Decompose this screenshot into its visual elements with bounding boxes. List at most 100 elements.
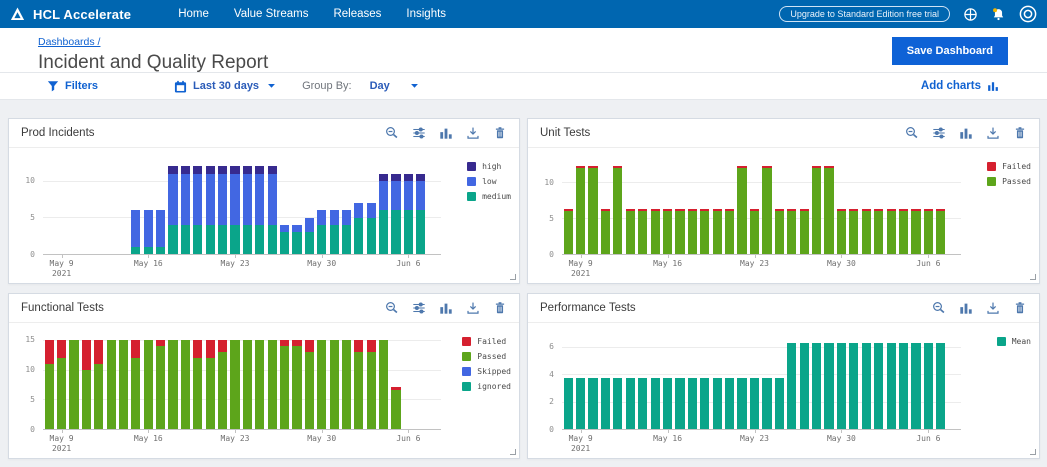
upgrade-button[interactable]: Upgrade to Standard Edition free trial <box>779 6 950 22</box>
bar-segment-mean <box>651 378 660 429</box>
group-by-value[interactable]: Day <box>370 80 390 92</box>
bar-segment-passed <box>107 340 116 429</box>
x-tick-label: May 23 <box>221 259 250 269</box>
bar-segment-passed <box>837 211 846 254</box>
chart-title: Prod Incidents <box>21 127 95 139</box>
x-tick-mark <box>581 255 582 258</box>
y-tick-label: 0 <box>530 250 554 259</box>
bar <box>713 337 722 429</box>
chart-title: Unit Tests <box>540 127 590 139</box>
save-dashboard-button[interactable]: Save Dashboard <box>892 37 1008 65</box>
bar-segment-mean <box>663 378 672 429</box>
legend-label: Failed <box>1002 162 1031 171</box>
resize-handle-icon[interactable] <box>1030 274 1036 280</box>
delete-icon[interactable] <box>1013 126 1027 140</box>
bar-segment-passed <box>638 211 647 254</box>
add-charts-button[interactable]: Add charts <box>921 80 999 92</box>
bar <box>330 337 339 429</box>
resize-handle-icon[interactable] <box>510 274 516 280</box>
bar-segment-passed <box>144 340 153 429</box>
filters-label: Filters <box>65 80 98 92</box>
chart-toolbar <box>905 126 1027 140</box>
page: HCL Accelerate Home Value Streams Releas… <box>0 0 1047 467</box>
notifications-bell-icon[interactable] <box>991 7 1006 22</box>
bar-chart-icon[interactable] <box>959 301 973 315</box>
chart-plot-area: 0246May 9 2021May 16May 23May 30Jun 6Mea… <box>528 323 1039 458</box>
bar-segment-failed <box>367 340 376 352</box>
funnel-icon <box>47 80 59 92</box>
bar-segment-passed <box>750 211 759 254</box>
bar-segment-passed <box>787 211 796 254</box>
download-icon[interactable] <box>466 126 480 140</box>
bar <box>416 162 425 254</box>
nav-links: Home Value Streams Releases Insights <box>178 8 446 20</box>
legend-swatch <box>987 162 996 171</box>
legend-swatch <box>462 382 471 391</box>
x-tick-mark <box>668 430 669 433</box>
bar-segment-passed <box>663 211 672 254</box>
user-avatar[interactable] <box>1019 5 1037 23</box>
zoom-out-icon[interactable] <box>385 301 399 315</box>
download-icon[interactable] <box>986 126 1000 140</box>
bar <box>663 162 672 254</box>
bar <box>391 337 400 429</box>
bar <box>762 162 771 254</box>
bar-segment-passed <box>243 340 252 429</box>
globe-icon[interactable] <box>963 7 978 22</box>
bar-chart-icon[interactable] <box>959 126 973 140</box>
bar-segment-mean <box>675 378 684 429</box>
breadcrumb[interactable]: Dashboards / <box>38 36 100 48</box>
bar <box>936 337 945 429</box>
bar-segment-failed <box>218 340 227 352</box>
bar <box>280 162 289 254</box>
legend-swatch <box>467 162 476 171</box>
delete-icon[interactable] <box>1013 301 1027 315</box>
download-icon[interactable] <box>466 301 480 315</box>
bar-segment-low <box>317 210 326 225</box>
bar-segment-passed <box>268 340 277 429</box>
nav-item-releases[interactable]: Releases <box>333 8 381 20</box>
date-range-dropdown[interactable]: Last 30 days <box>174 80 276 93</box>
x-tick-label: Jun 6 <box>396 434 420 444</box>
resize-handle-icon[interactable] <box>1030 449 1036 455</box>
bar-segment-high <box>193 166 202 173</box>
filter-icon[interactable] <box>412 126 426 140</box>
download-icon[interactable] <box>986 301 1000 315</box>
bar-segment-passed <box>131 358 140 429</box>
zoom-out-icon[interactable] <box>905 126 919 140</box>
nav-item-insights[interactable]: Insights <box>406 8 446 20</box>
x-axis-line <box>562 429 961 430</box>
delete-icon[interactable] <box>493 126 507 140</box>
resize-handle-icon[interactable] <box>510 449 516 455</box>
bar <box>663 337 672 429</box>
bar-segment-low <box>404 181 413 210</box>
bar-segment-passed <box>330 340 339 429</box>
bar <box>750 337 759 429</box>
bar <box>193 337 202 429</box>
bar-segment-low <box>280 225 289 232</box>
bar <box>787 337 796 429</box>
delete-icon[interactable] <box>493 301 507 315</box>
bar <box>119 337 128 429</box>
bar <box>601 162 610 254</box>
filter-icon[interactable] <box>412 301 426 315</box>
filters-toggle[interactable]: Filters <box>47 80 98 92</box>
bar-chart-icon[interactable] <box>439 301 453 315</box>
bar-chart-icon[interactable] <box>439 126 453 140</box>
filter-icon[interactable] <box>932 126 946 140</box>
chevron-down-icon[interactable] <box>410 83 419 89</box>
legend-label: Passed <box>477 352 506 361</box>
legend-label: Mean <box>1012 337 1031 346</box>
y-tick-label: 5 <box>530 214 554 223</box>
bar-segment-mean <box>626 378 635 429</box>
zoom-out-icon[interactable] <box>932 301 946 315</box>
bar-segment-passed <box>206 358 215 429</box>
bar <box>601 337 610 429</box>
bar-segment-medium <box>268 225 277 254</box>
bar-segment-low <box>243 174 252 225</box>
nav-item-value-streams[interactable]: Value Streams <box>234 8 309 20</box>
bar <box>638 162 647 254</box>
zoom-out-icon[interactable] <box>385 126 399 140</box>
nav-item-home[interactable]: Home <box>178 8 209 20</box>
x-tick-label: May 30 <box>827 259 856 269</box>
